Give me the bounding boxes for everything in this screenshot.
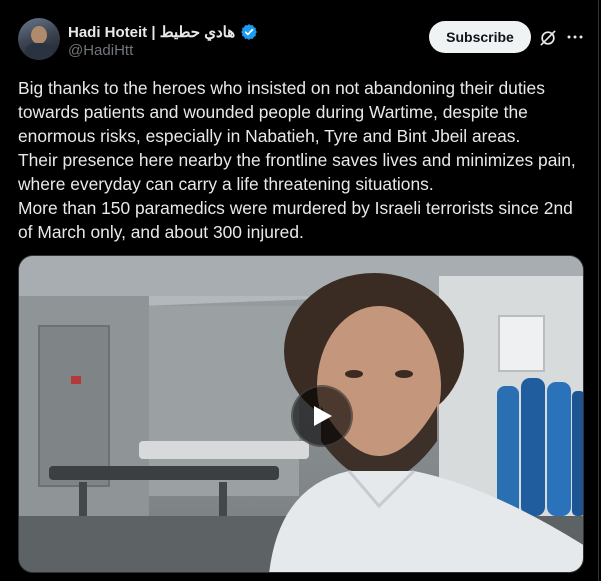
avatar[interactable] bbox=[18, 18, 60, 60]
tweet-paragraph: More than 150 paramedics were murdered b… bbox=[18, 198, 573, 242]
play-button[interactable] bbox=[291, 385, 353, 447]
author-handle[interactable]: @HadiHtt bbox=[68, 42, 133, 59]
more-dots-icon[interactable] bbox=[566, 28, 584, 46]
tweet-text: Big thanks to the heroes who insisted on… bbox=[18, 76, 588, 244]
tweet-paragraph: Their presence here nearby the frontline… bbox=[18, 150, 576, 194]
avatar-body bbox=[25, 43, 53, 60]
tweet-paragraph: Big thanks to the heroes who insisted on… bbox=[18, 78, 545, 146]
subscribe-button[interactable]: Subscribe bbox=[429, 21, 531, 53]
tweet-post: Hadi Hoteit | هادي حطيط @HadiHtt Subscri… bbox=[0, 0, 599, 581]
avatar-head bbox=[31, 26, 47, 44]
grok-icon[interactable] bbox=[538, 28, 558, 48]
verified-badge-icon bbox=[241, 24, 257, 40]
play-icon bbox=[314, 406, 332, 426]
video-player[interactable] bbox=[18, 255, 584, 573]
author-display-name[interactable]: Hadi Hoteit | هادي حطيط bbox=[68, 23, 235, 41]
author-name-row: Hadi Hoteit | هادي حطيط bbox=[68, 21, 258, 43]
